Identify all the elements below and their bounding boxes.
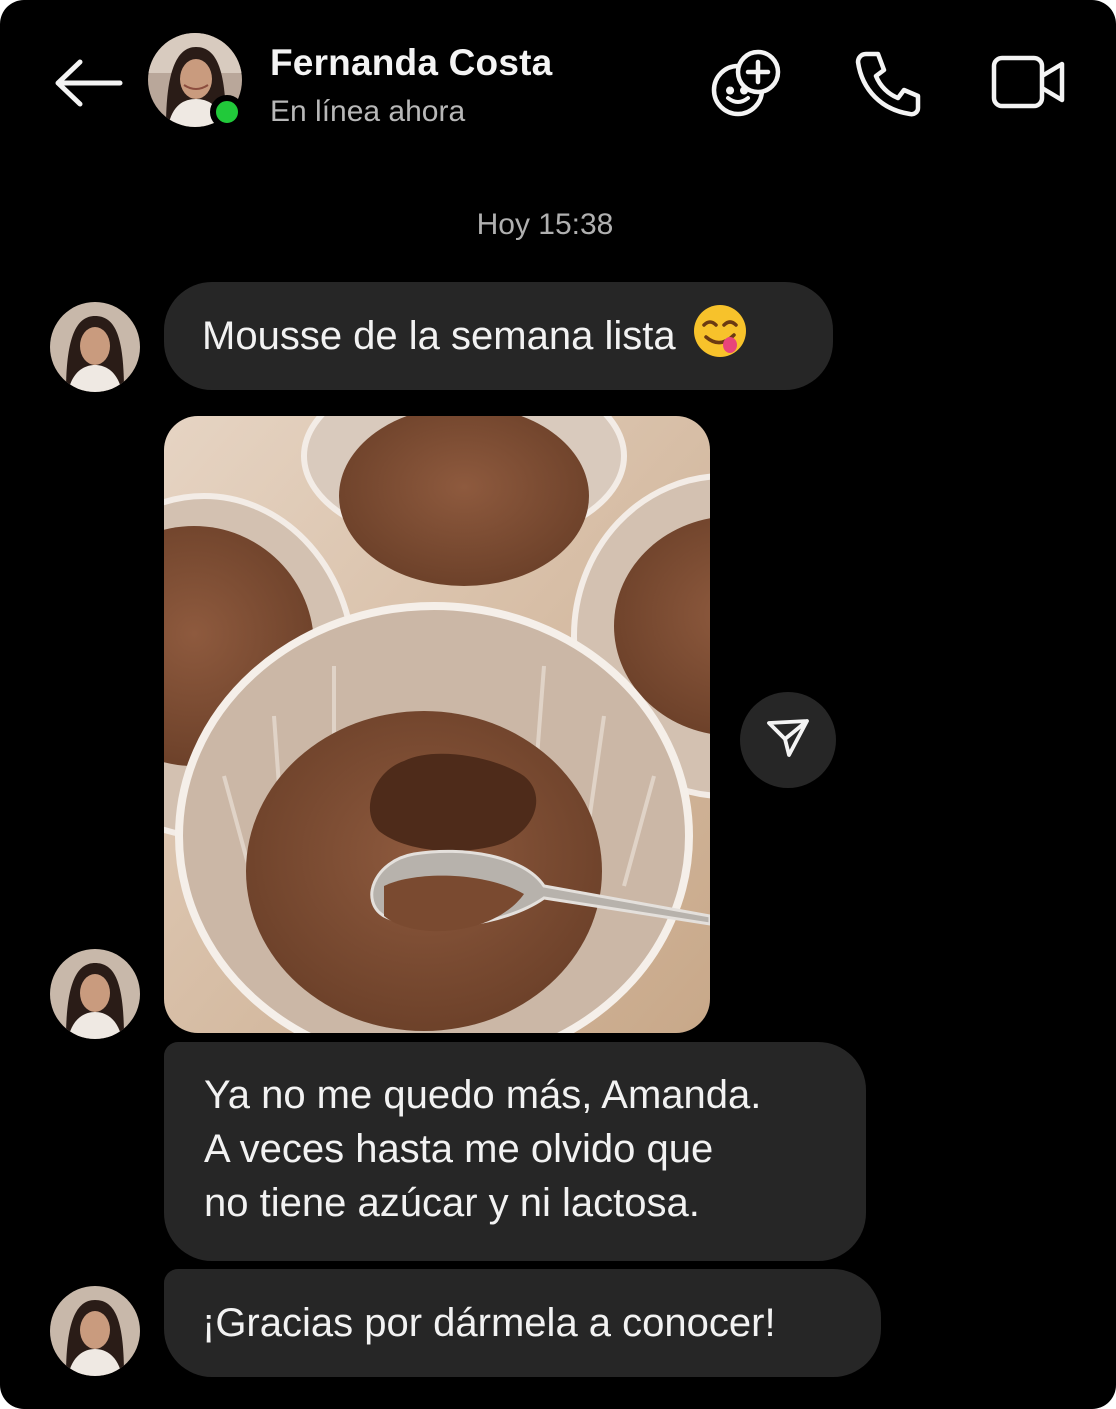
video-camera-icon[interactable]	[990, 52, 1066, 112]
sticker-add-icon[interactable]	[708, 44, 784, 120]
online-indicator	[210, 95, 244, 129]
message-bubble[interactable]: Mousse de la semana lista	[164, 282, 833, 390]
conversation-timestamp: Hoy 15:38	[476, 208, 614, 241]
sender-avatar[interactable]	[50, 949, 140, 1039]
sender-avatar[interactable]	[50, 1286, 140, 1376]
contact-status: En línea ahora	[270, 95, 466, 128]
message-line: no tiene azúcar y ni lactosa.	[204, 1181, 700, 1225]
message-line: Ya no me quedo más, Amanda.	[204, 1073, 762, 1117]
message-text: Mousse de la semana lista	[202, 313, 676, 358]
chat-window: Fernanda Costa En línea ahora Hoy 15:38	[0, 0, 1116, 1409]
yum-face-emoji-icon	[692, 303, 748, 369]
sender-avatar[interactable]	[50, 302, 140, 392]
back-arrow-icon[interactable]	[50, 50, 128, 116]
contact-name[interactable]: Fernanda Costa	[270, 42, 552, 84]
phone-icon[interactable]	[852, 48, 924, 120]
message-line: A veces hasta me olvido que	[204, 1127, 714, 1171]
paper-plane-icon	[765, 715, 811, 766]
share-button[interactable]	[740, 692, 836, 788]
message-text: ¡Gracias por dármela a conocer!	[202, 1300, 776, 1345]
message-bubble[interactable]: ¡Gracias por dármela a conocer!	[164, 1269, 881, 1377]
chocolate-mousse-photo[interactable]	[164, 416, 710, 1033]
message-bubble[interactable]: Ya no me quedo más, Amanda. A veces hast…	[164, 1042, 866, 1261]
